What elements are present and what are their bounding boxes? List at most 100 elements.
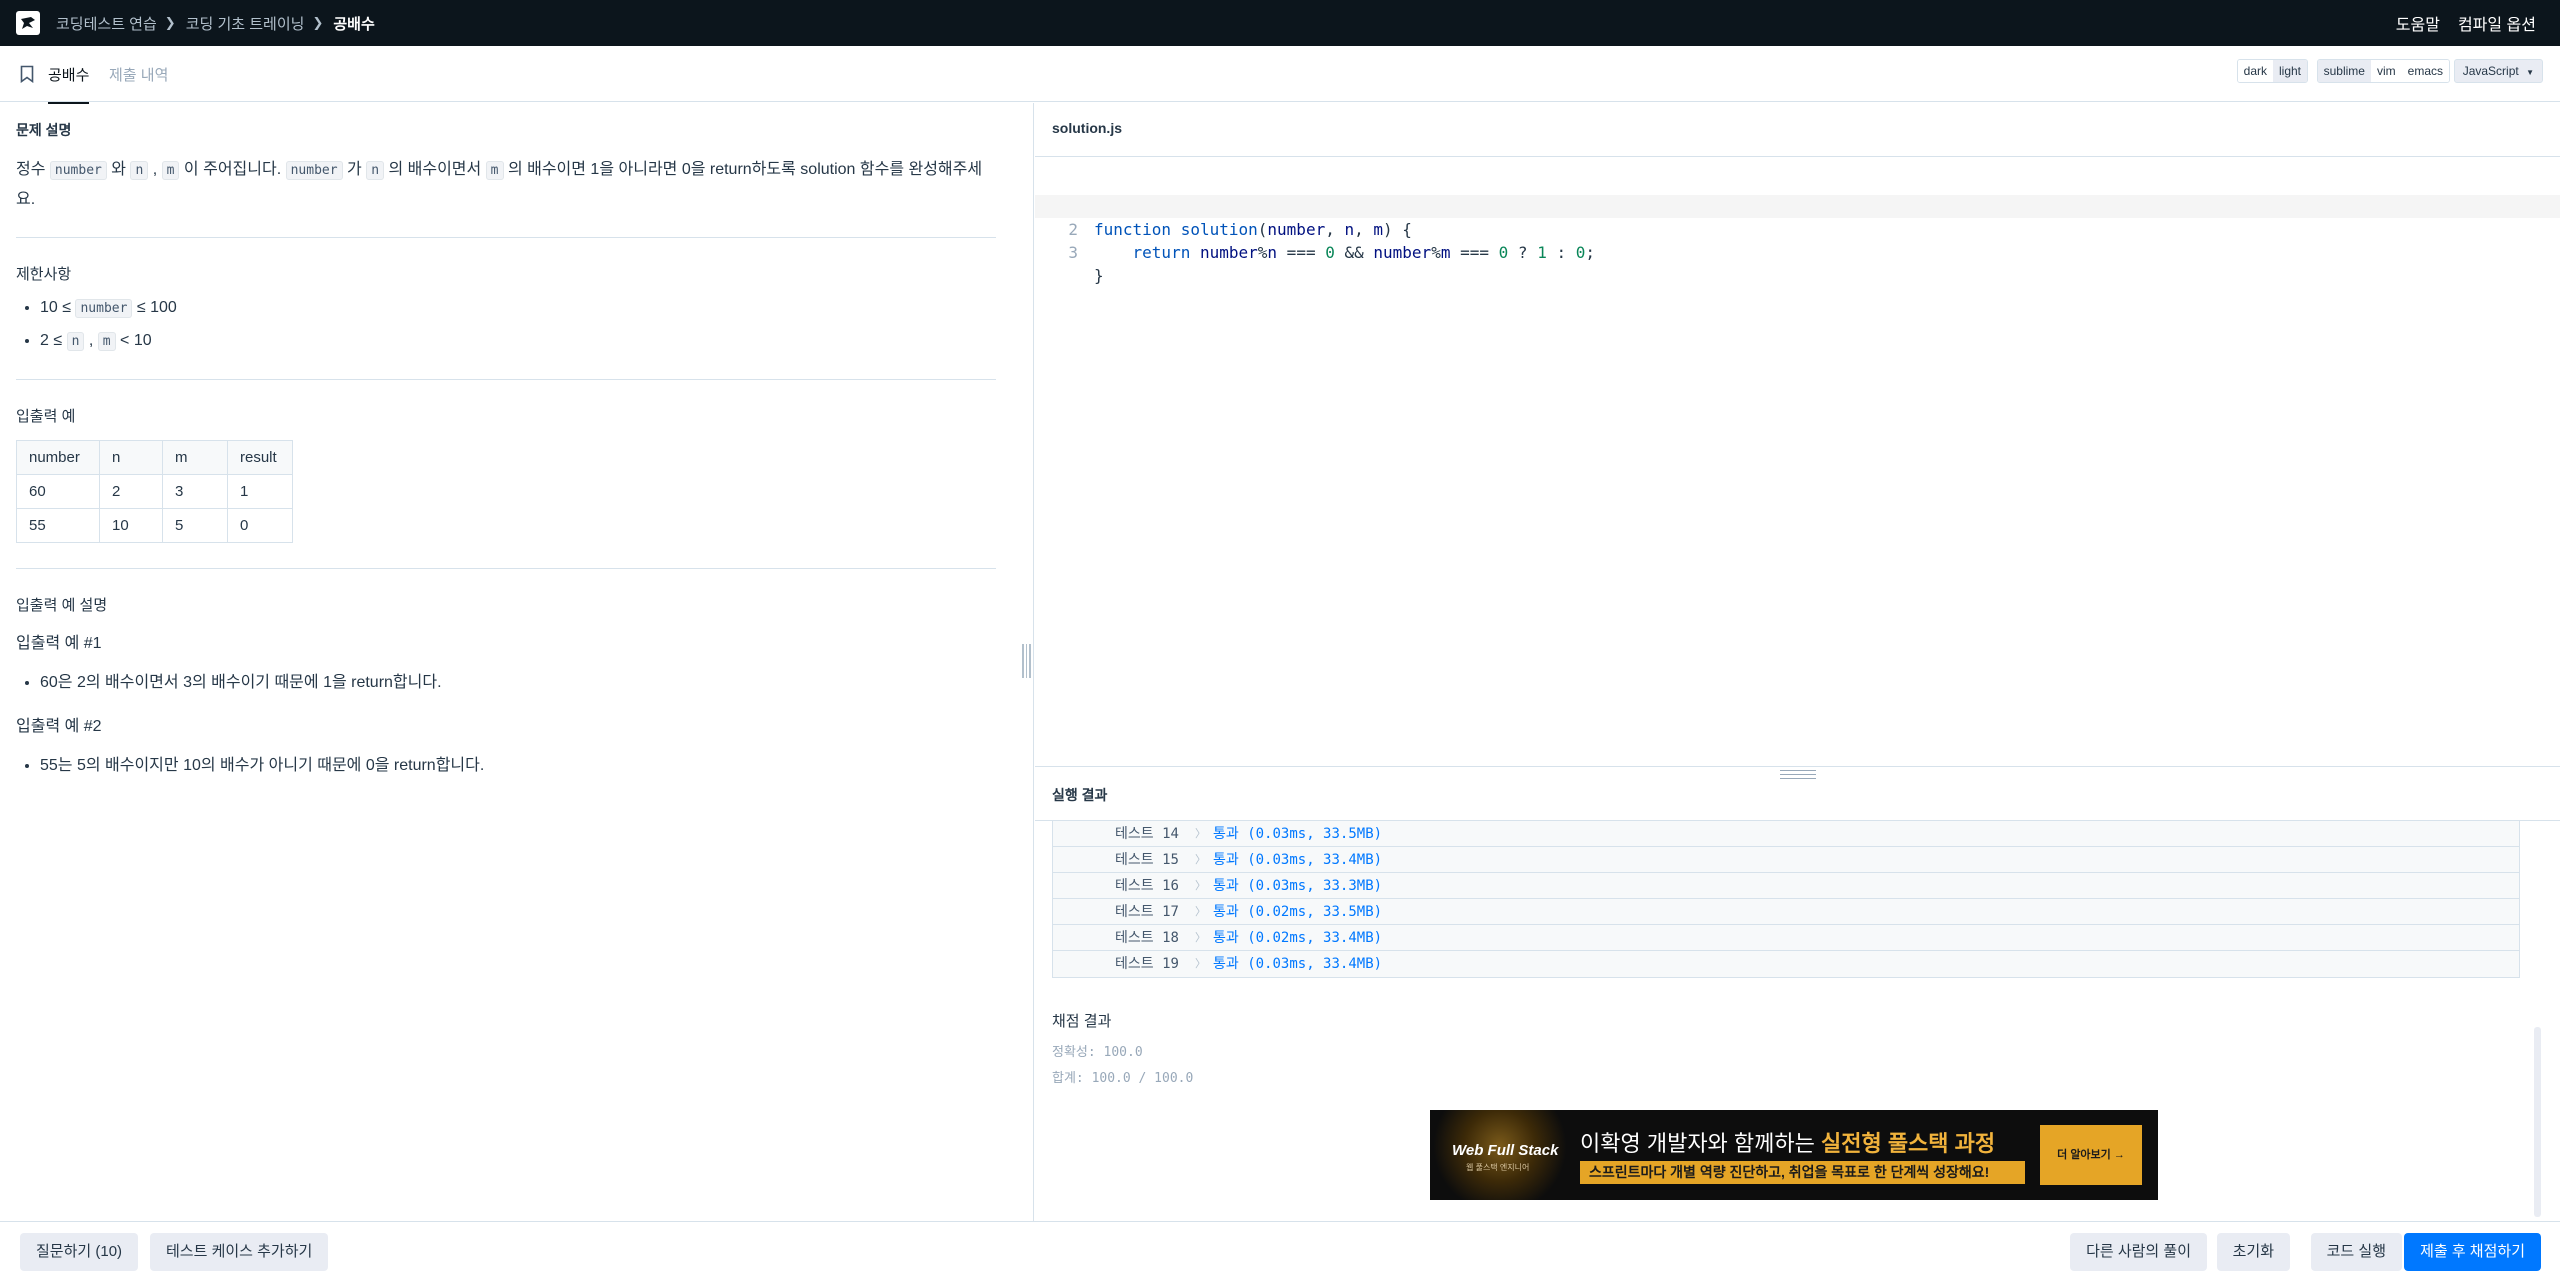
bookmark-icon[interactable]: [20, 65, 34, 83]
reset-button[interactable]: 초기화: [2216, 1233, 2290, 1271]
chevron-right-icon: 〉: [1195, 905, 1206, 918]
table-header: m: [162, 440, 228, 475]
keymap-sublime-button[interactable]: sublime: [2317, 60, 2371, 82]
problem-title: 문제 설명: [16, 122, 72, 138]
tab-problem[interactable]: 공배수: [48, 64, 90, 104]
table-header: result: [227, 440, 293, 475]
table-cell: 5: [162, 508, 228, 543]
inline-code: n: [366, 161, 385, 180]
test-result: 통과 (0.03ms, 33.5MB): [1213, 826, 1383, 842]
tab-bar: 공배수 제출 내역 dark light sublime vim emacs J…: [0, 46, 2560, 104]
table-cell: 10: [99, 508, 163, 543]
constraint-text: 10 ≤: [40, 299, 76, 316]
code-editor[interactable]: 1 function solution(number, n, m) { 2 re…: [1035, 172, 2560, 285]
list-item: 2 ≤ n , m < 10: [40, 324, 177, 357]
constraint-text: ≤ 100: [132, 299, 177, 316]
chevron-right-icon: 〉: [1195, 879, 1206, 892]
scrollbar[interactable]: [2534, 1027, 2541, 1217]
programmers-logo-icon[interactable]: [16, 11, 40, 35]
desc-text: ,: [148, 161, 162, 178]
submit-button[interactable]: 제출 후 채점하기: [2404, 1233, 2541, 1271]
table-cell: 55: [16, 508, 100, 543]
divider: [16, 568, 996, 569]
desc-text: 가: [342, 161, 367, 178]
inline-code: number: [75, 299, 133, 318]
constraints-list: 10 ≤ number ≤ 100 2 ≤ n , m < 10: [24, 291, 177, 357]
language-select[interactable]: JavaScript ▼: [2453, 59, 2543, 83]
test-result: 통과 (0.03ms, 33.4MB): [1213, 956, 1383, 972]
table-header: n: [99, 440, 163, 475]
desc-text: 의 배수이면서: [384, 161, 486, 178]
chevron-right-icon: 〉: [1195, 827, 1206, 840]
banner-headline: 이확영 개발자와 함께하는 실전형 풀스택 과정: [1580, 1126, 1995, 1158]
panel-resize-handle[interactable]: [1022, 644, 1031, 678]
table-row: 테스트 17 〉 통과 (0.02ms, 33.5MB): [1053, 899, 2519, 925]
banner-logo: Web Full Stack: [1452, 1142, 1559, 1159]
table-cell: 3: [162, 474, 228, 509]
io-title: 입출력 예: [16, 408, 76, 425]
test-label: 테스트 15: [1115, 852, 1179, 868]
test-label: 테스트 14: [1115, 826, 1179, 842]
chevron-right-icon: 〉: [1195, 853, 1206, 866]
theme-dark-button[interactable]: dark: [2237, 60, 2273, 82]
code-line[interactable]: 2 return number%n === 0 && number%m === …: [1035, 195, 2560, 262]
theme-light-button[interactable]: light: [2272, 60, 2307, 82]
code-line-text: return number%n === 0 && number%m === 0 …: [1132, 243, 1596, 262]
banner-cta-button[interactable]: 더 알아보기 →: [2040, 1125, 2142, 1185]
table-cell: 60: [16, 474, 100, 509]
constraint-text: 2 ≤: [40, 332, 67, 349]
chevron-right-icon: 〉: [1195, 931, 1206, 944]
constraint-text: ,: [84, 332, 98, 349]
table-row: 테스트 19 〉 통과 (0.03ms, 33.4MB): [1053, 951, 2519, 977]
grading-accuracy: 정확성: 100.0: [1052, 1045, 1143, 1060]
table-row: 테스트 14 〉 통과 (0.03ms, 33.5MB): [1053, 821, 2519, 847]
test-result: 통과 (0.02ms, 33.5MB): [1213, 904, 1383, 920]
run-code-button[interactable]: 코드 실행: [2310, 1233, 2402, 1271]
problem-panel: 문제 설명 정수 number 와 n , m 이 주어집니다. number …: [0, 103, 1034, 1221]
tab-submissions[interactable]: 제출 내역: [109, 64, 168, 85]
inline-code: n: [130, 161, 149, 180]
example-2-title: 입출력 예 #2: [16, 718, 102, 735]
inline-code: m: [161, 161, 180, 180]
keymap-toggle: sublime vim emacs: [2316, 59, 2450, 83]
breadcrumb-coding-test[interactable]: 코딩테스트 연습: [56, 13, 157, 34]
caret-down-icon: ▼: [2526, 68, 2534, 77]
editor-filename: solution.js: [1052, 120, 1122, 136]
table-cell: 1: [227, 474, 293, 509]
desc-text: 와: [106, 161, 131, 178]
table-cell: 2: [99, 474, 163, 509]
ask-question-button[interactable]: 질문하기 (10): [20, 1233, 139, 1271]
table-row: 테스트 15 〉 통과 (0.03ms, 33.4MB): [1053, 847, 2519, 873]
io-desc-title: 입출력 예 설명: [16, 597, 108, 614]
line-number: 3: [1068, 243, 1078, 262]
ad-banner[interactable]: Web Full Stack 웹 풀스택 엔지니어 이확영 개발자와 함께하는 …: [1430, 1110, 2158, 1200]
table-header-row: number n m result: [16, 440, 293, 475]
language-select-value: JavaScript: [2462, 64, 2519, 78]
table-header: number: [16, 440, 100, 475]
chevron-right-icon: ❯: [312, 15, 324, 30]
help-link[interactable]: 도움말: [2396, 11, 2440, 35]
code-line[interactable]: 1 function solution(number, n, m) {: [1035, 172, 2560, 239]
code-line[interactable]: 3 }: [1035, 218, 2560, 285]
keymap-emacs-button[interactable]: emacs: [2401, 60, 2449, 82]
list-item: 55는 5의 배수이지만 10의 배수가 아니기 때문에 0을 return합니…: [40, 749, 484, 782]
chevron-right-icon: 〉: [1195, 957, 1206, 970]
test-results-list: 테스트 14 〉 통과 (0.03ms, 33.5MB) 테스트 15 〉 통과 (0.…: [1052, 821, 2520, 978]
constraints-title: 제한사항: [16, 266, 72, 283]
code-line-text: }: [1094, 266, 1104, 285]
breadcrumb-basic-training[interactable]: 코딩 기초 트레이닝: [186, 13, 305, 34]
table-cell: 0: [227, 508, 293, 543]
banner-logo-sub: 웹 풀스택 엔지니어: [1466, 1163, 1530, 1172]
top-nav: 코딩테스트 연습 ❯ 코딩 기초 트레이닝 ❯ 공배수 도움말 컴파일 옵션: [0, 0, 2560, 46]
constraint-text: < 10: [115, 332, 152, 349]
banner-headline-strong: 실전형 풀스택 과정: [1820, 1131, 1996, 1156]
editor-header: solution.js: [1035, 103, 2560, 157]
keymap-vim-button[interactable]: vim: [2370, 60, 2402, 82]
others-solutions-button[interactable]: 다른 사람의 풀이: [2070, 1233, 2207, 1271]
test-result: 통과 (0.03ms, 33.3MB): [1213, 878, 1383, 894]
table-row: 테스트 18 〉 통과 (0.02ms, 33.4MB): [1053, 925, 2519, 951]
add-testcase-button[interactable]: 테스트 케이스 추가하기: [150, 1233, 329, 1271]
compile-options-link[interactable]: 컴파일 옵션: [2458, 11, 2536, 35]
banner-headline-text: 이확영 개발자와 함께하는: [1580, 1131, 1821, 1156]
banner-subtext: 스프린트마다 개별 역량 진단하고, 취업을 목표로 한 단계씩 성장해요!: [1580, 1161, 2025, 1184]
